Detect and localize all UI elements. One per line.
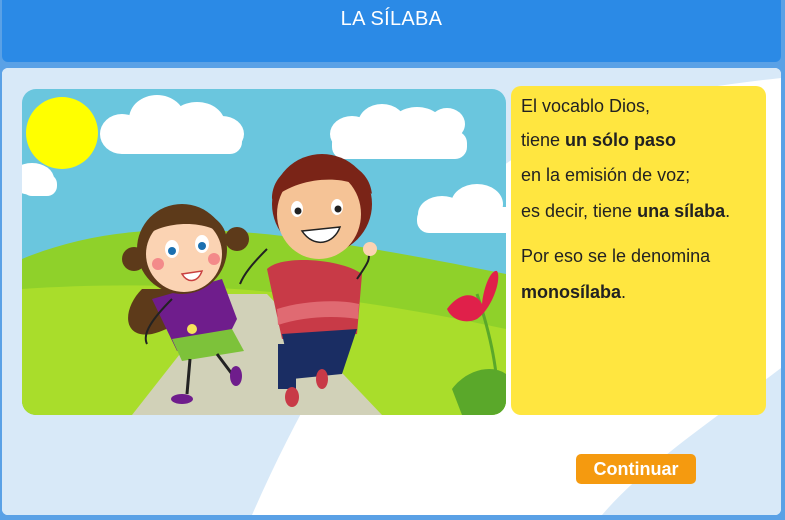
card-line-4-suffix: . [725,201,731,221]
card-line-6: monosílaba. [521,282,626,303]
card-line-6-suffix: . [621,282,627,302]
children-illustration [22,89,506,415]
header-bar: LA SÍLABA [2,0,781,62]
card-line-3: en la emisión de voz; [521,165,691,185]
card-line-4: es decir, tiene una sílaba. [521,201,730,222]
explanation-card: El vocablo Dios, tiene un sólo paso en l… [511,86,766,415]
card-line-4-bold: una sílaba [637,201,726,221]
card-line-2-bold: un sólo paso [565,130,677,150]
card-line-1: El vocablo Dios, [521,96,651,116]
card-line-4-prefix: es decir, tiene [521,201,638,221]
card-line-2: tiene un sólo paso [521,130,676,151]
page-title: LA SÍLABA [340,8,443,30]
card-line-2-prefix: tiene [521,130,566,150]
continue-button[interactable]: Continuar [576,454,696,484]
card-line-5: Por eso se le denomina [521,246,711,266]
card-line-6-bold: monosílaba [521,282,622,302]
content-panel: El vocablo Dios, tiene un sólo paso en l… [2,68,781,515]
